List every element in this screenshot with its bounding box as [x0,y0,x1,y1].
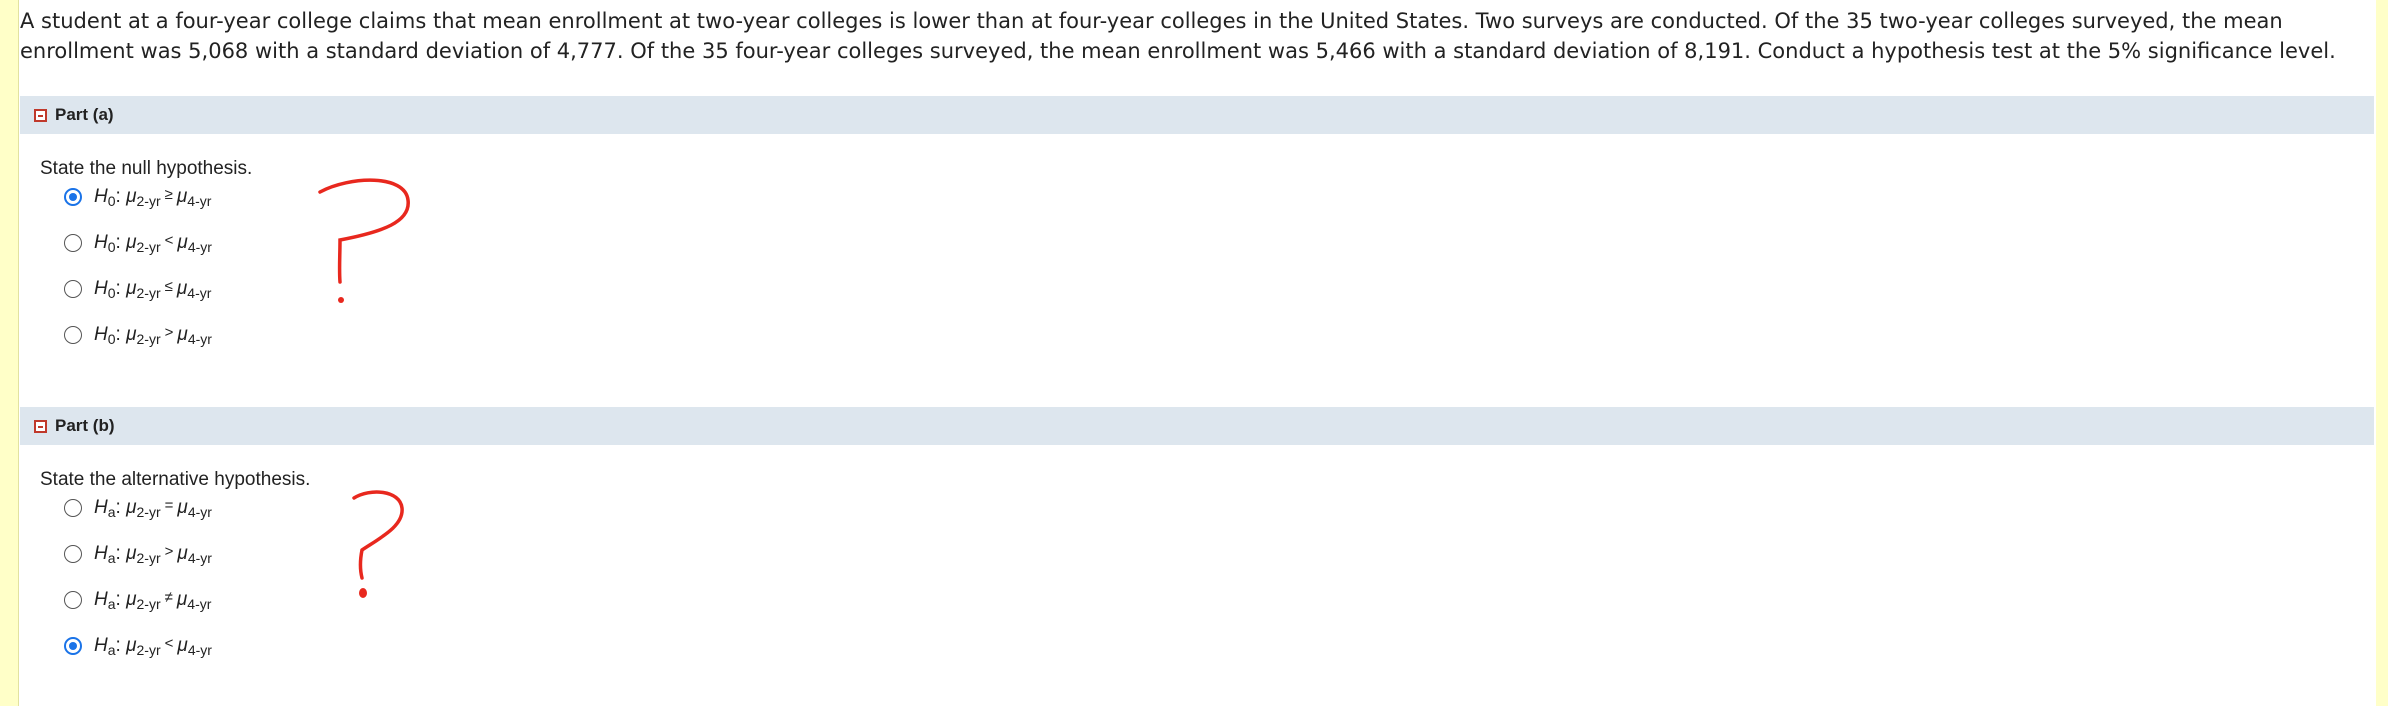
relation-symbol: > [164,323,174,341]
relation-symbol: ≠ [164,588,173,606]
radio-button[interactable] [64,326,82,344]
radio-button[interactable] [64,591,82,609]
relation-symbol: = [164,496,174,514]
relation-symbol: < [164,231,174,249]
right-margin-strip [2376,0,2388,706]
radio-button[interactable] [64,234,82,252]
hypothesis-expression: Ha: μ2-yr = μ4-yr [94,496,212,520]
part-a-header[interactable]: Part (a) [20,96,2374,134]
radio-button[interactable] [64,637,82,655]
part-a-prompt: State the null hypothesis. [40,158,253,179]
part-b-option-1[interactable]: Ha: μ2-yr = μ4-yr [64,493,212,523]
hypothesis-expression: Ha: μ2-yr ≠ μ4-yr [94,588,212,612]
relation-symbol: < [164,634,174,652]
relation-symbol: ≥ [164,185,173,203]
relation-symbol: ≤ [164,277,173,295]
collapse-icon[interactable] [34,108,47,122]
part-a-option-1[interactable]: H0: μ2-yr ≥ μ4-yr [64,182,211,212]
part-b-header[interactable]: Part (b) [20,407,2374,445]
part-b-option-3[interactable]: Ha: μ2-yr ≠ μ4-yr [64,585,211,615]
part-b-prompt: State the alternative hypothesis. [40,469,311,490]
radio-button[interactable] [64,280,82,298]
hypothesis-expression: H0: μ2-yr > μ4-yr [94,323,212,347]
left-margin-strip [0,0,19,706]
question-mark-annotation-a [318,178,410,303]
part-a-option-2[interactable]: H0: μ2-yr < μ4-yr [64,228,212,258]
part-b-title: Part (b) [55,416,115,435]
part-a-title: Part (a) [55,105,114,124]
part-b-option-2[interactable]: Ha: μ2-yr > μ4-yr [64,539,212,569]
hypothesis-expression: Ha: μ2-yr < μ4-yr [94,634,212,658]
hypothesis-expression: H0: μ2-yr < μ4-yr [94,231,212,255]
question-text: A student at a four-year college claims … [20,9,2336,63]
part-b-option-4[interactable]: Ha: μ2-yr < μ4-yr [64,631,212,661]
collapse-icon[interactable] [34,419,47,433]
radio-button[interactable] [64,545,82,563]
part-a-option-4[interactable]: H0: μ2-yr > μ4-yr [64,320,212,350]
question-mark-annotation-b [352,490,404,598]
radio-button[interactable] [64,188,82,206]
hypothesis-expression: H0: μ2-yr ≥ μ4-yr [94,185,212,209]
hypothesis-expression: H0: μ2-yr ≤ μ4-yr [94,277,212,301]
part-a-option-3[interactable]: H0: μ2-yr ≤ μ4-yr [64,274,211,304]
hypothesis-expression: Ha: μ2-yr > μ4-yr [94,542,212,566]
relation-symbol: > [164,542,174,560]
radio-button[interactable] [64,499,82,517]
